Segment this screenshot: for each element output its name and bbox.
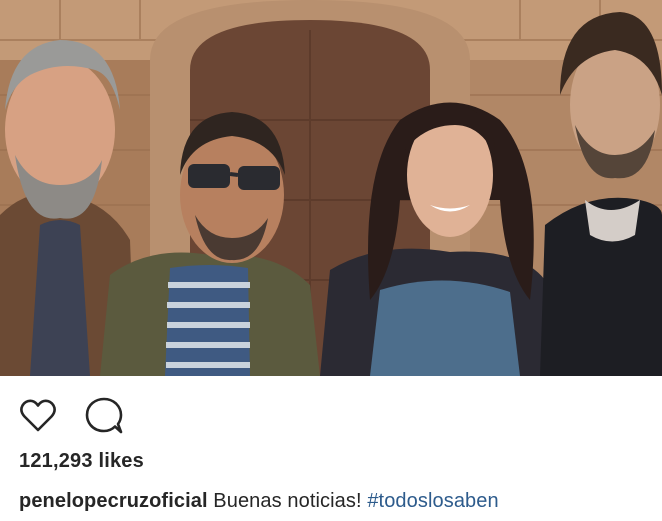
- heart-icon: [20, 399, 56, 432]
- comment-button[interactable]: [84, 396, 124, 436]
- post-caption: penelopecruzoficial Buenas noticias! #to…: [19, 490, 499, 513]
- caption-hashtag[interactable]: #todoslosaben: [367, 490, 498, 512]
- post-actions: [18, 396, 150, 436]
- caption-username[interactable]: penelopecruzoficial: [19, 490, 208, 512]
- post-photo[interactable]: [0, 0, 662, 376]
- like-button[interactable]: [18, 396, 58, 436]
- post-photo-illustration: [0, 0, 662, 376]
- likes-count[interactable]: 121,293 likes: [19, 450, 144, 473]
- caption-text: Buenas noticias!: [213, 490, 362, 512]
- comment-icon: [85, 397, 123, 434]
